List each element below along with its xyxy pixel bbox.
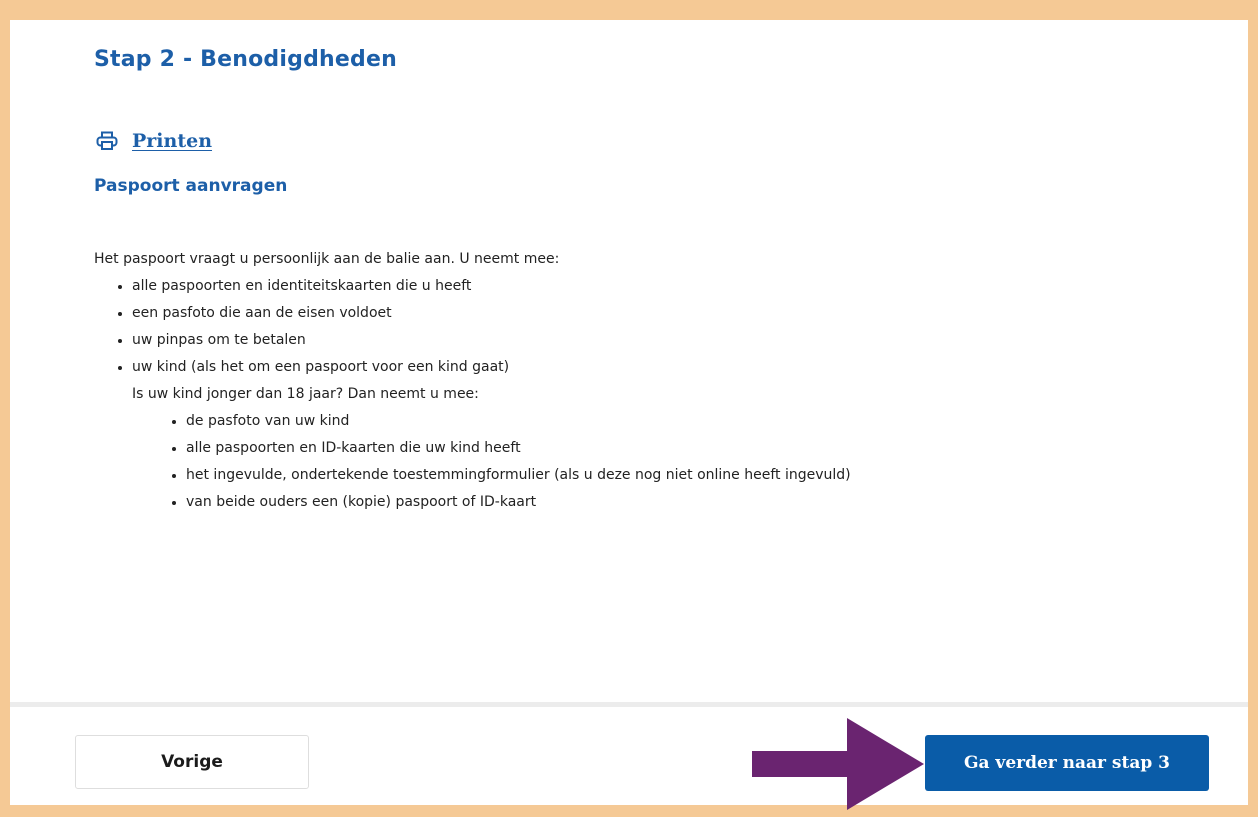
printer-icon <box>96 131 118 151</box>
list-item: uw pinpas om te betalen <box>94 327 1194 354</box>
list-item: alle paspoorten en identiteitskaarten di… <box>94 273 1194 300</box>
section-title: Paspoort aanvragen <box>94 176 288 196</box>
list-item-child: uw kind (als het om een paspoort voor ee… <box>94 354 1194 516</box>
child-note: Is uw kind jonger dan 18 jaar? Dan neemt… <box>132 386 479 402</box>
list-item: alle paspoorten en ID-kaarten die uw kin… <box>132 435 1194 462</box>
intro-text: Het paspoort vraagt u persoonlijk aan de… <box>94 251 560 267</box>
page-title: Stap 2 - Benodigdheden <box>94 47 397 72</box>
list-item: het ingevulde, ondertekende toestemmingf… <box>132 462 1194 489</box>
annotation-arrow-icon <box>752 718 924 810</box>
print-link-label: Printen <box>132 130 213 152</box>
list-item: een pasfoto die aan de eisen voldoet <box>94 300 1194 327</box>
step-panel: Stap 2 - Benodigdheden Printen Paspoort … <box>10 20 1248 810</box>
child-requirements-list: de pasfoto van uw kind alle paspoorten e… <box>132 408 1194 516</box>
next-step-button[interactable]: Ga verder naar stap 3 <box>925 735 1209 791</box>
previous-button[interactable]: Vorige <box>75 735 309 789</box>
print-link[interactable]: Printen <box>96 130 212 152</box>
list-item: van beide ouders een (kopie) paspoort of… <box>132 489 1194 516</box>
requirements-content: Het paspoort vraagt u persoonlijk aan de… <box>94 246 1194 516</box>
list-item: de pasfoto van uw kind <box>132 408 1194 435</box>
requirements-list: alle paspoorten en identiteitskaarten di… <box>94 273 1194 516</box>
list-item-label: uw kind (als het om een paspoort voor ee… <box>132 359 510 375</box>
footer-divider <box>10 702 1248 707</box>
